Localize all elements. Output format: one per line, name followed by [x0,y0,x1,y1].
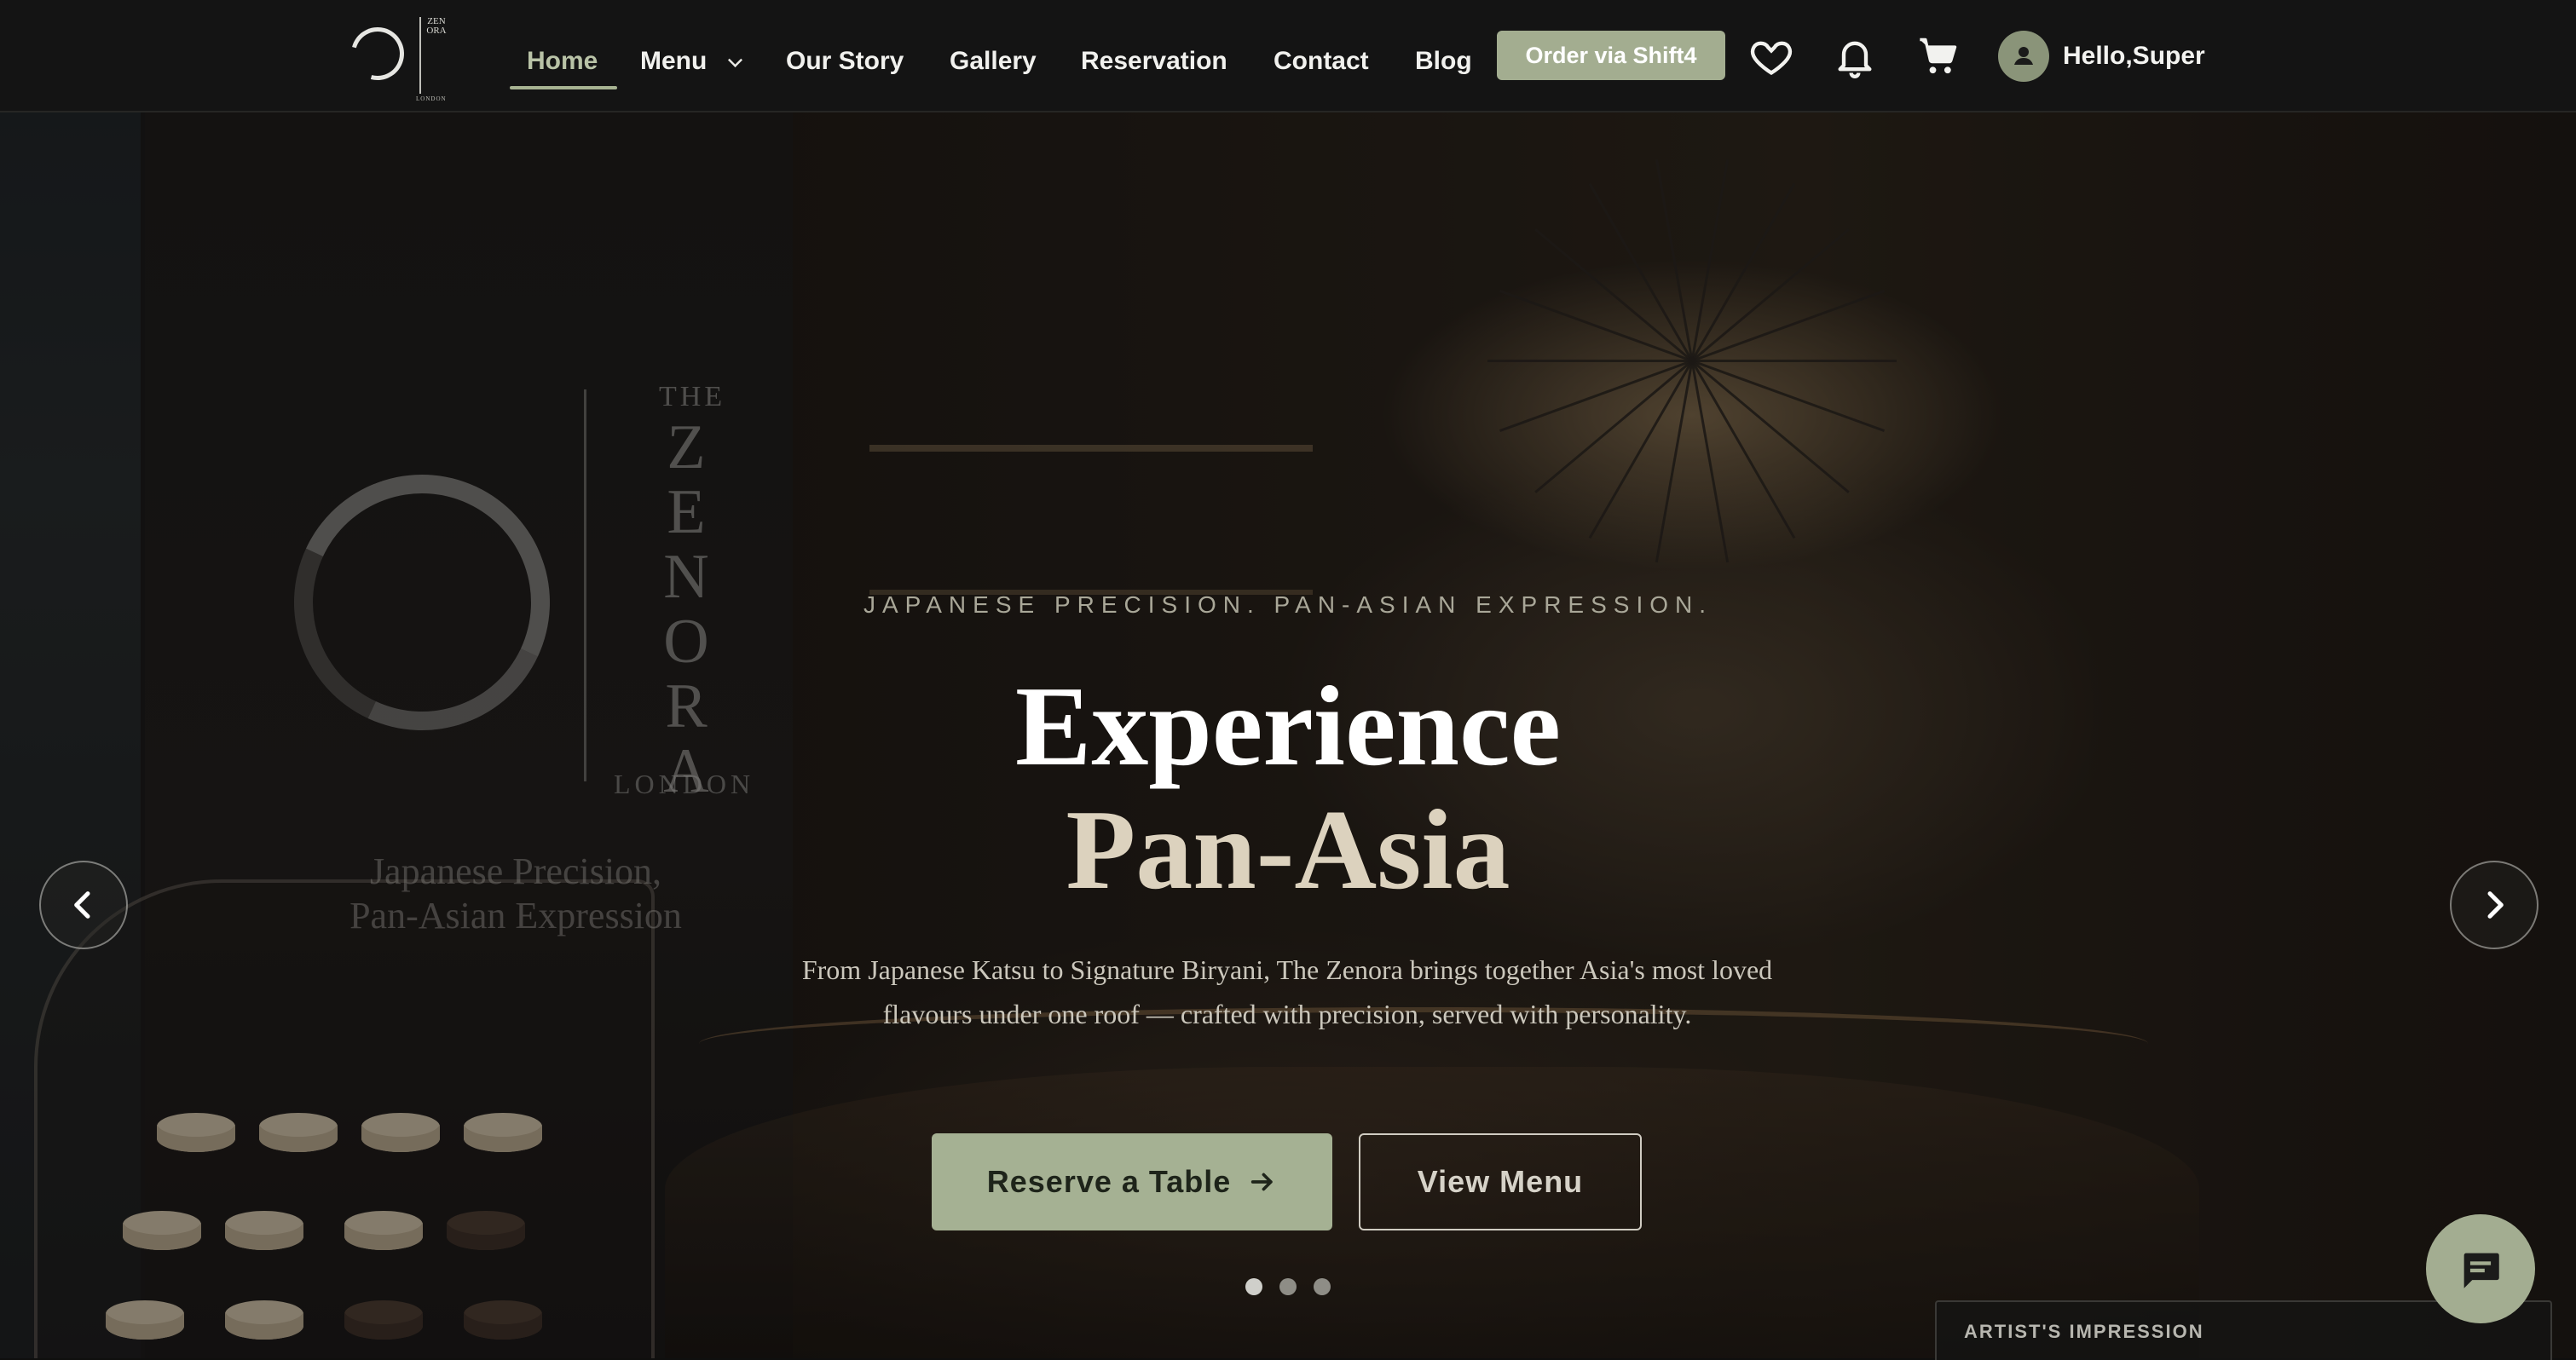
hero-title-line1: Experience [1014,663,1562,789]
bell-icon[interactable] [1833,34,1877,78]
reserve-table-label: Reserve a Table [986,1164,1232,1199]
user-avatar[interactable] [1998,31,2049,82]
hero-kicker: JAPANESE PRECISION. PAN-ASIAN EXPRESSION… [863,591,1713,618]
hero-carousel: THE ZENORA LONDON Japanese Precision, Pa… [0,112,2576,1358]
carousel-dot-3[interactable] [1314,1278,1331,1295]
nav-menu[interactable]: Menu [640,43,707,80]
chat-bubble-icon [2463,1253,2499,1288]
chevron-left-icon [74,891,90,919]
order-via-shift4-button[interactable]: Order via Shift4 [1497,31,1725,80]
carousel-prev-button[interactable] [39,861,128,949]
nav-reservation[interactable]: Reservation [1081,43,1227,80]
nav-active-underline [510,86,617,89]
carousel-dot-2[interactable] [1279,1278,1297,1295]
hero-description: From Japanese Katsu to Signature Biryani… [801,954,1773,1029]
top-navbar: ZENORA LONDON Home Menu Our Story Galler… [0,0,2576,112]
heart-icon[interactable] [1749,34,1793,78]
chevron-right-icon [2487,891,2504,919]
nav-gallery[interactable]: Gallery [950,43,1037,80]
enso-circle-icon [341,17,414,90]
nav-contact[interactable]: Contact [1274,43,1369,80]
logo-city: LONDON [416,95,447,102]
user-greeting[interactable]: Hello,Super [2063,37,2205,75]
nav-our-story[interactable]: Our Story [786,43,904,80]
carousel-dot-1[interactable] [1245,1278,1262,1295]
arrow-right-icon [1251,1173,1274,1191]
logo-wordmark: ZENORA [426,16,447,36]
hero-title-line2: Pan-Asia [1066,787,1510,913]
view-menu-button[interactable]: View Menu [1359,1133,1642,1230]
nav-blog[interactable]: Blog [1415,43,1472,80]
reserve-table-button[interactable]: Reserve a Table [932,1133,1332,1230]
carousel-next-button[interactable] [2450,861,2538,949]
site-logo[interactable]: ZENORA LONDON [341,15,460,102]
chat-button[interactable] [2426,1214,2535,1323]
chevron-down-icon[interactable] [728,53,742,67]
user-icon [2014,47,2033,65]
nav-home[interactable]: Home [527,43,598,80]
cart-icon[interactable] [1916,34,1961,78]
